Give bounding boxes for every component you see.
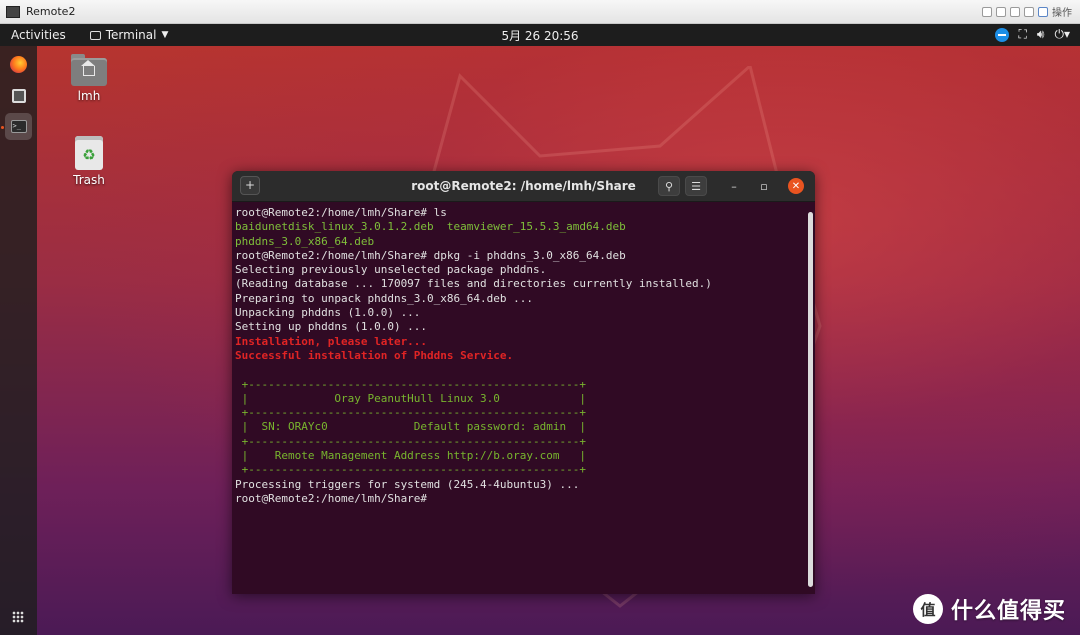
fullscreen-remote-button[interactable] (1010, 6, 1020, 17)
system-tray: ⛶ 🔊︎ ⏻▾ (994, 27, 1070, 42)
activities-button[interactable]: Activities (11, 28, 66, 42)
close-icon: ✕ (791, 180, 801, 192)
desktop-icon-label: Trash (73, 173, 105, 187)
remote-window-title: Remote2 (26, 5, 76, 18)
desktop-icon-home[interactable]: lmh (54, 54, 124, 103)
terminal-window[interactable]: + root@Remote2: /home/lmh/Share ⚲ ☰ – ▫ … (232, 171, 815, 594)
desktop-icon-trash[interactable]: ♻ Trash (54, 136, 124, 187)
terminal-output[interactable]: root@Remote2:/home/lmh/Share# ls baidunet… (232, 202, 807, 594)
terminal-line: root@Remote2:/home/lmh/Share# dpkg -i ph… (235, 248, 626, 262)
terminal-line: +---------------------------------------… (235, 377, 586, 391)
terminal-header-bar[interactable]: + root@Remote2: /home/lmh/Share ⚲ ☰ – ▫ … (232, 171, 815, 202)
restore-remote-button[interactable] (996, 6, 1006, 17)
trash-icon: ♻ (75, 136, 103, 170)
terminal-line: | Oray PeanutHull Linux 3.0 | (235, 391, 586, 405)
terminal-line: Selecting previously unselected package … (235, 263, 547, 277)
search-icon: ⚲ (664, 179, 674, 193)
files-icon (11, 88, 26, 103)
terminal-line: Preparing to unpack phddns_3.0_x86_64.de… (235, 291, 534, 305)
scale-remote-button[interactable] (1024, 6, 1034, 17)
app-menu-label: Terminal (105, 28, 157, 42)
search-button[interactable]: ⚲ (658, 176, 680, 196)
terminal-line: Unpacking phddns (1.0.0) ... (235, 306, 421, 320)
terminal-line: root@Remote2:/home/lmh/Share# (235, 491, 434, 505)
home-folder-icon (71, 54, 107, 86)
dock-firefox[interactable] (5, 51, 32, 78)
terminal-icon: >_ (10, 120, 27, 133)
terminal-icon (89, 30, 101, 40)
terminal-line: +---------------------------------------… (235, 463, 586, 477)
terminal-line: root@Remote2:/home/lmh/Share# ls (235, 206, 447, 219)
gnome-top-bar: Activities Terminal ▼ 5月 26 20:56 ⛶ 🔊︎ ⏻… (0, 24, 1080, 46)
remote-actions-menu[interactable]: 操作 (1052, 4, 1072, 19)
remote-window-controls: 操作 (982, 4, 1072, 19)
terminal-line: Setting up phddns (1.0.0) ... (235, 320, 428, 334)
terminal-line: baidunetdisk_linux_3.0.1.2.deb teamviewe… (235, 220, 626, 234)
menu-button[interactable]: ☰ (685, 176, 707, 196)
minimize-remote-button[interactable] (982, 6, 992, 17)
dock-terminal[interactable]: >_ (5, 113, 32, 140)
network-icon[interactable]: ⛶ (1019, 27, 1027, 42)
terminal-line: Successful installation of Phddns Servic… (235, 348, 514, 362)
terminal-line: +---------------------------------------… (235, 406, 586, 420)
power-icon[interactable]: ⏻▾ (1054, 27, 1070, 42)
show-applications-icon[interactable] (12, 611, 24, 623)
running-indicator (1, 126, 4, 129)
terminal-scrollbar[interactable] (808, 212, 813, 587)
terminal-line: phddns_3.0_x86_64.deb (235, 234, 375, 248)
maximize-icon: ▫ (760, 179, 768, 193)
desktop: >_ lmh ♻ Trash + root@Remote2: /home/lmh… (0, 46, 1080, 635)
chevron-down-icon: ▼ (161, 30, 169, 40)
minimize-icon: – (731, 179, 737, 193)
terminal-line: Processing triggers for systemd (245.4-4… (235, 477, 580, 491)
firefox-icon (10, 56, 27, 73)
close-button[interactable]: ✕ (788, 178, 804, 194)
remote-window-titlebar: Remote2 操作 (0, 0, 1080, 24)
watermark: 值 什么值得买 (912, 593, 1066, 625)
hamburger-icon: ☰ (691, 179, 701, 193)
app-menu-terminal[interactable]: Terminal ▼ (89, 28, 169, 42)
watermark-text: 什么值得买 (950, 599, 1066, 624)
maximize-button[interactable]: ▫ (756, 178, 772, 194)
minimize-button[interactable]: – (726, 178, 742, 194)
terminal-line: Installation, please later... (235, 334, 428, 348)
terminal-line: | SN: ORAYc0 Default password: admin | (235, 420, 586, 434)
desktop-icon-label: lmh (77, 89, 101, 103)
dock: >_ (0, 46, 37, 635)
teamviewer-tray-icon[interactable] (994, 27, 1009, 42)
remote-app-icon (6, 5, 20, 18)
terminal-line: (Reading database ... 170097 files and d… (235, 277, 712, 291)
watermark-logo: 值 (912, 594, 943, 624)
volume-icon[interactable]: 🔊︎ (1037, 27, 1045, 42)
terminal-line: | Remote Management Address http://b.ora… (235, 449, 586, 463)
terminal-line: +---------------------------------------… (235, 434, 586, 448)
settings-remote-button[interactable] (1038, 6, 1048, 17)
dock-files[interactable] (5, 82, 32, 109)
